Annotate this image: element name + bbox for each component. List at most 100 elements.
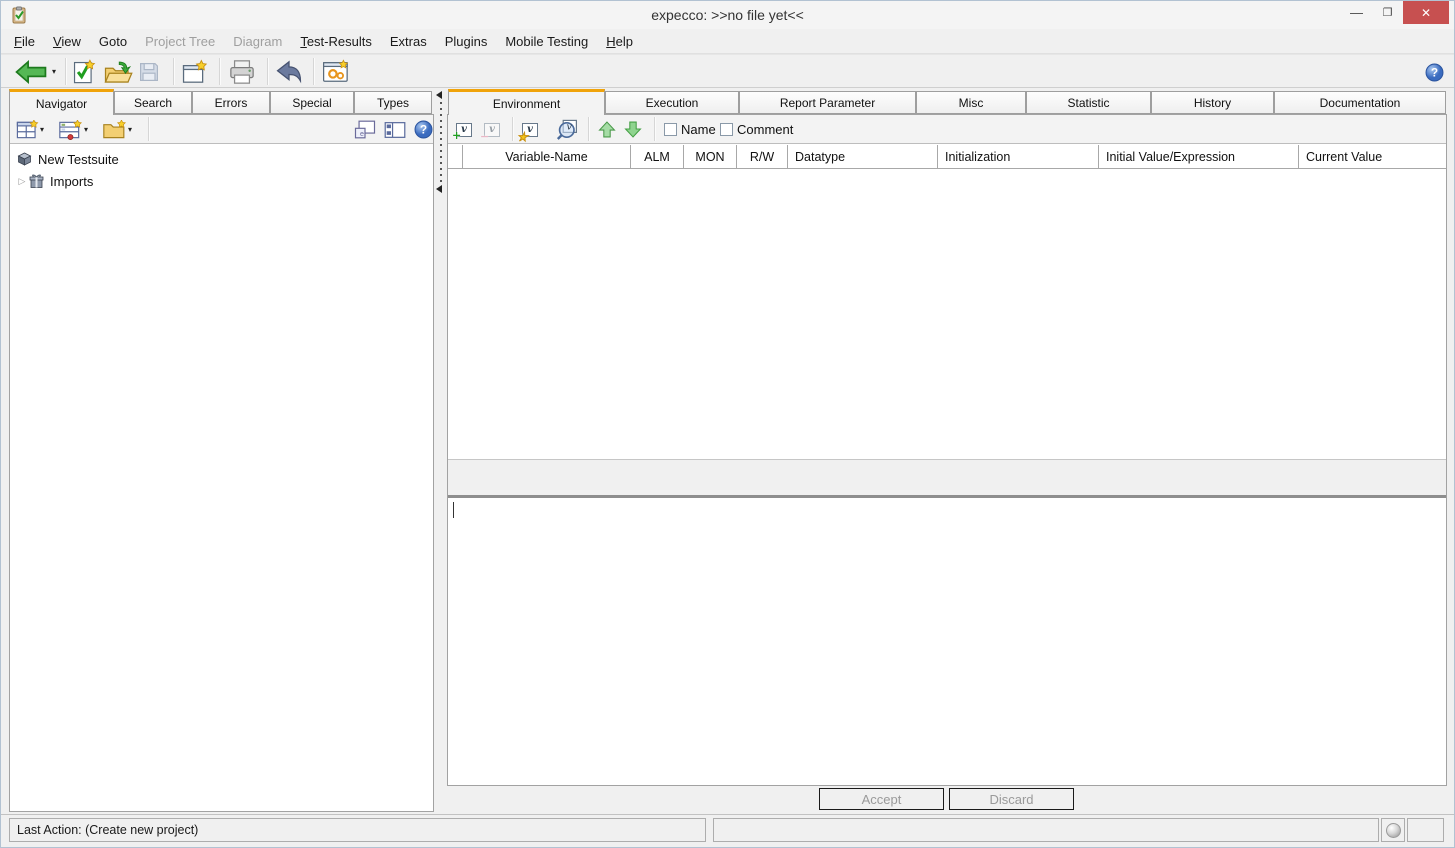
navigator-panel: ▾ ▾ ▾ bbox=[9, 114, 434, 812]
menu-help[interactable]: Help bbox=[597, 31, 642, 52]
add-variable-button[interactable]: v+ bbox=[456, 118, 472, 141]
toolbar-separator bbox=[588, 117, 590, 141]
comment-editor[interactable] bbox=[448, 498, 1446, 785]
column-header-variable-name[interactable]: Variable-Name bbox=[463, 145, 631, 168]
tab-misc[interactable]: Misc bbox=[916, 91, 1026, 114]
remove-variable-button: v− bbox=[484, 118, 500, 141]
variable-glyph: v bbox=[489, 124, 495, 135]
back-button[interactable] bbox=[13, 58, 49, 86]
status-bar: Last Action: (Create new project) bbox=[1, 814, 1454, 844]
column-header-initial-value[interactable]: Initial Value/Expression bbox=[1099, 145, 1299, 168]
dropdown-chevron-icon[interactable]: ▾ bbox=[84, 126, 88, 134]
menu-view[interactable]: View bbox=[44, 31, 90, 52]
tab-report-parameter[interactable]: Report Parameter bbox=[739, 91, 916, 114]
column-header-mon[interactable]: MON bbox=[684, 145, 737, 168]
text-caret bbox=[453, 502, 454, 518]
tab-documentation[interactable]: Documentation bbox=[1274, 91, 1446, 114]
dropdown-chevron-icon[interactable]: ▾ bbox=[128, 126, 132, 134]
splitter-handle[interactable] bbox=[440, 102, 442, 182]
tab-statistic[interactable]: Statistic bbox=[1026, 91, 1151, 114]
variables-table-body[interactable] bbox=[448, 169, 1446, 459]
toolbar-separator bbox=[512, 117, 514, 141]
new-list-item-button[interactable]: ▾ bbox=[58, 118, 88, 141]
split-view-button[interactable] bbox=[384, 118, 406, 141]
window-title: expecco: >>no file yet<< bbox=[651, 7, 804, 23]
menu-goto[interactable]: Goto bbox=[90, 31, 136, 52]
tree-item-imports[interactable]: ▷ Imports bbox=[16, 171, 93, 191]
column-header-selector[interactable] bbox=[448, 145, 463, 168]
column-header-current-value[interactable]: Current Value bbox=[1299, 145, 1446, 168]
comment-checkbox[interactable] bbox=[720, 123, 733, 136]
undo-button[interactable] bbox=[275, 58, 303, 86]
save-icon bbox=[137, 60, 161, 84]
name-checkbox[interactable] bbox=[664, 123, 677, 136]
last-action-field: Last Action: (Create new project) bbox=[9, 818, 706, 842]
last-action-text: Last Action: (Create new project) bbox=[17, 823, 198, 837]
print-button[interactable] bbox=[227, 58, 257, 86]
navigator-help-button[interactable]: ? bbox=[414, 118, 433, 141]
new-list-item-icon bbox=[58, 120, 84, 140]
open-folder-icon bbox=[103, 59, 133, 85]
accept-button[interactable]: Accept bbox=[819, 788, 944, 810]
status-message-field bbox=[713, 818, 1379, 842]
detach-window-button[interactable]: e bbox=[354, 118, 376, 141]
minimize-button[interactable]: — bbox=[1341, 1, 1372, 24]
column-label: Initialization bbox=[945, 150, 1010, 164]
toolbar-help-button[interactable]: ? bbox=[1425, 58, 1444, 86]
save-button bbox=[137, 58, 161, 86]
move-up-button[interactable] bbox=[598, 118, 616, 141]
expand-arrow-icon[interactable]: ▷ bbox=[16, 176, 28, 187]
tab-search[interactable]: Search bbox=[114, 91, 192, 114]
tab-types[interactable]: Types bbox=[354, 91, 432, 114]
column-header-alm[interactable]: ALM bbox=[631, 145, 684, 168]
back-dropdown[interactable]: ▾ bbox=[52, 58, 56, 86]
name-checkbox-label: Name bbox=[681, 122, 716, 137]
menu-plugins[interactable]: Plugins bbox=[436, 31, 497, 52]
dropdown-chevron-icon[interactable]: ▾ bbox=[40, 126, 44, 134]
column-header-datatype[interactable]: Datatype bbox=[788, 145, 938, 168]
collapse-left-icon[interactable] bbox=[436, 185, 442, 193]
panel-splitter[interactable] bbox=[434, 89, 447, 812]
new-item-button[interactable]: ▾ bbox=[16, 118, 44, 141]
find-variable-button[interactable]: v bbox=[556, 118, 580, 141]
new-folder-button[interactable]: ▾ bbox=[102, 118, 132, 141]
title-bar: expecco: >>no file yet<< — ❐ ✕ bbox=[1, 1, 1454, 29]
svg-text:?: ? bbox=[1431, 66, 1438, 79]
tab-history[interactable]: History bbox=[1151, 91, 1274, 114]
accept-label: Accept bbox=[862, 792, 902, 807]
column-label: Initial Value/Expression bbox=[1106, 150, 1235, 164]
remove-variable-icon: v− bbox=[484, 123, 500, 137]
move-down-button[interactable] bbox=[624, 118, 642, 141]
close-button[interactable]: ✕ bbox=[1403, 1, 1449, 24]
svg-text:?: ? bbox=[420, 124, 427, 137]
tab-label: History bbox=[1194, 96, 1231, 110]
column-header-rw[interactable]: R/W bbox=[737, 145, 788, 168]
tab-label: Types bbox=[377, 96, 409, 110]
status-extra-cell bbox=[1407, 818, 1444, 842]
open-file-button[interactable] bbox=[103, 58, 133, 86]
menu-mobile-testing[interactable]: Mobile Testing bbox=[496, 31, 597, 52]
toolbar-separator bbox=[65, 58, 67, 85]
menu-test-results[interactable]: Test-Results bbox=[291, 31, 381, 52]
discard-button[interactable]: Discard bbox=[949, 788, 1074, 810]
tab-errors[interactable]: Errors bbox=[192, 91, 270, 114]
maximize-button[interactable]: ❐ bbox=[1373, 1, 1402, 24]
menu-extras[interactable]: Extras bbox=[381, 31, 436, 52]
menu-project-tree: Project Tree bbox=[136, 31, 224, 52]
add-special-variable-button[interactable]: v★ bbox=[522, 118, 538, 141]
new-window-button[interactable] bbox=[181, 58, 209, 86]
tab-label: Search bbox=[134, 96, 172, 110]
menu-file[interactable]: File bbox=[5, 31, 44, 52]
collapse-left-icon[interactable] bbox=[436, 91, 442, 99]
column-header-initialization[interactable]: Initialization bbox=[938, 145, 1099, 168]
tab-execution[interactable]: Execution bbox=[605, 91, 739, 114]
new-project-button[interactable] bbox=[71, 58, 97, 86]
variables-table-header: Variable-Name ALM MON R/W Datatype Initi… bbox=[448, 145, 1446, 169]
up-arrow-icon bbox=[598, 121, 616, 138]
tab-environment[interactable]: Environment bbox=[448, 89, 605, 115]
tree-item-new-testsuite[interactable]: New Testsuite bbox=[16, 149, 119, 169]
toolbar-separator bbox=[313, 58, 315, 85]
settings-browser-button[interactable] bbox=[321, 58, 351, 86]
tab-navigator[interactable]: Navigator bbox=[9, 89, 114, 115]
tab-special[interactable]: Special bbox=[270, 91, 354, 114]
